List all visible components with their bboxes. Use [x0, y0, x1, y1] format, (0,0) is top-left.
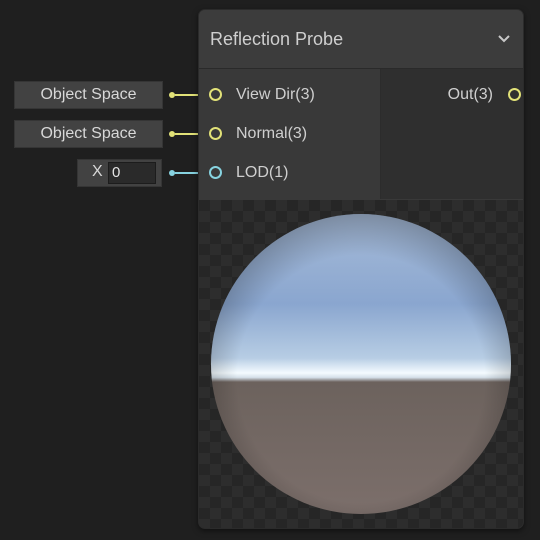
input-ports: View Dir(3) Normal(3) LOD(1) [199, 69, 381, 199]
preview-area[interactable] [199, 200, 523, 528]
port-label: View Dir(3) [236, 86, 315, 103]
reflection-probe-node[interactable]: Reflection Probe View Dir(3) Normal(3) L… [198, 9, 524, 529]
port-circle-icon[interactable] [209, 88, 222, 101]
port-circle-icon[interactable] [508, 88, 521, 101]
view-dir-space-dropdown[interactable]: Object Space [14, 81, 163, 109]
port-out[interactable]: Out(3) [421, 85, 521, 105]
lod-value-field[interactable]: 0 [108, 162, 156, 184]
normal-space-dropdown[interactable]: Object Space [14, 120, 163, 148]
node-title: Reflection Probe [210, 29, 344, 49]
lod-axis-label: X [92, 163, 103, 180]
view-dir-space-value: Object Space [40, 86, 137, 103]
port-label: Out(3) [447, 86, 493, 103]
output-ports: Out(3) [381, 69, 523, 199]
node-header[interactable]: Reflection Probe [199, 10, 523, 69]
port-label: Normal(3) [236, 125, 308, 142]
port-view-dir[interactable]: View Dir(3) [209, 85, 379, 105]
normal-space-value: Object Space [40, 125, 137, 142]
port-label: LOD(1) [236, 164, 289, 181]
port-circle-icon[interactable] [209, 127, 222, 140]
chevron-down-icon[interactable] [497, 34, 511, 44]
port-circle-icon[interactable] [209, 166, 222, 179]
port-normal[interactable]: Normal(3) [209, 124, 379, 144]
port-lod[interactable]: LOD(1) [209, 163, 379, 183]
preview-sphere [211, 214, 511, 514]
